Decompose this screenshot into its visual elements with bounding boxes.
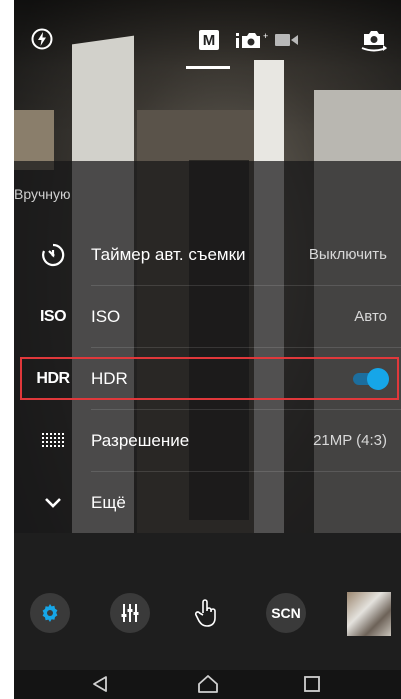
scene-mode-label: SCN [271,605,301,621]
sliders-icon[interactable] [110,593,150,633]
setting-row-resolution[interactable]: Разрешение 21MP (4:3) [14,410,401,472]
setting-row-more[interactable]: Ещё [14,472,401,534]
gallery-thumbnail[interactable] [347,592,391,636]
flash-auto-icon[interactable] [31,28,53,50]
timer-icon [34,224,72,286]
recents-square-icon[interactable] [303,675,321,693]
resolution-value: 21MP (4:3) [313,432,387,449]
timer-value: Выключить [308,246,387,263]
more-label: Ещё [91,493,126,512]
iso-icon: ISO [34,286,72,348]
mode-indicator [186,66,230,69]
camera-screen: M + Вручную Таймер авт. съемки Выключить… [14,0,401,699]
touch-hand-icon[interactable] [187,593,227,633]
iso-value: Авто [354,308,387,325]
gear-icon[interactable] [30,593,70,633]
video-camera-icon[interactable] [275,33,299,47]
top-bar: M + [14,0,401,72]
switch-camera-icon[interactable] [360,28,388,52]
camera-controls-bar: SCN [14,533,401,670]
svg-text:+: + [263,31,268,41]
timer-label: Таймер авт. съемки [91,245,246,264]
chevron-down-icon [34,472,72,534]
iso-label: ISO [91,307,121,326]
mode-manual-badge[interactable]: M [199,30,219,50]
iso-icon-text: ISO [39,308,67,325]
home-icon[interactable] [197,673,219,695]
back-triangle-icon[interactable] [90,674,110,694]
system-nav-bar [14,670,401,699]
setting-row-timer[interactable]: Таймер авт. съемки Выключить [14,224,401,286]
grid-resolution-icon [34,410,72,472]
setting-row-iso[interactable]: ISO ISO Авто [14,286,401,348]
mode-manual-letter: M [202,31,216,49]
resolution-label: Разрешение [91,431,190,450]
section-title: Вручную [14,186,71,202]
hdr-highlight-box [20,357,399,400]
scene-mode-button[interactable]: SCN [266,593,306,633]
camera-photo-icon[interactable]: + [236,31,272,49]
